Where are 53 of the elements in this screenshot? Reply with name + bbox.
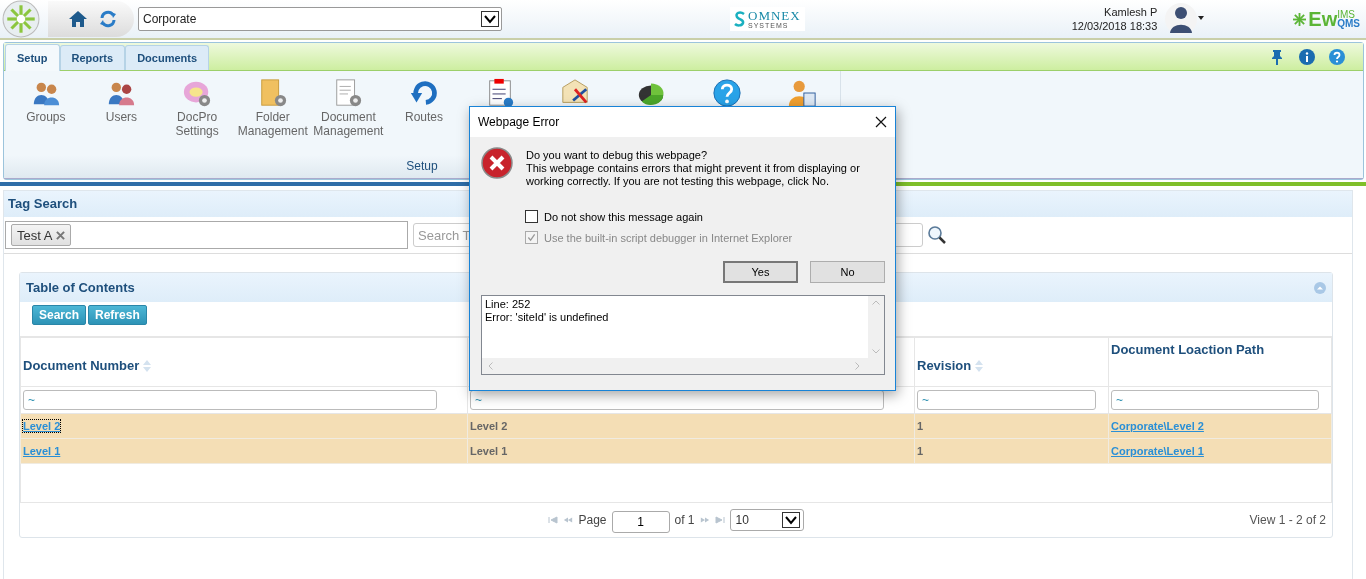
info-icon[interactable]: [1299, 48, 1315, 65]
ribbon-item-label[interactable]: Users: [105, 110, 138, 124]
page-count: of 1: [674, 513, 695, 527]
filter-field[interactable]: ~: [23, 390, 437, 410]
dialog-title: Webpage Error: [478, 115, 560, 129]
close-icon[interactable]: [875, 116, 887, 128]
toolbar-button[interactable]: Search: [32, 305, 87, 325]
page-field[interactable]: 1: [611, 510, 670, 533]
page-label: Page: [578, 513, 607, 527]
filter-field[interactable]: ~: [1111, 390, 1319, 410]
filter-field[interactable]: ~: [917, 390, 1096, 410]
dialog-button[interactable]: Yes: [723, 261, 798, 283]
ribbon-tab[interactable]: Setup: [5, 44, 60, 71]
tag-chip[interactable]: Test A: [11, 224, 72, 246]
help-icon[interactable]: [1329, 48, 1345, 65]
site-select[interactable]: Corporate: [138, 7, 502, 31]
pin-icon[interactable]: [1269, 48, 1285, 65]
ribbon-item-label[interactable]: Groups: [26, 110, 66, 124]
search-icon[interactable]: [927, 225, 947, 245]
checkbox[interactable]: [525, 210, 538, 223]
error-detail-line: Line: 252: [485, 298, 532, 311]
person-icon[interactable]: [787, 78, 818, 108]
panel-title: Table of Contents: [26, 280, 135, 295]
refresh-icon[interactable]: [98, 9, 118, 29]
checkbox-label: Use the built-in script debugger in Internet Explorer: [544, 231, 793, 244]
swirl-icon: [734, 11, 746, 27]
error-detail-line: Error: 'siteId' is undefined: [485, 311, 610, 324]
tag-input-field[interactable]: Test A: [5, 221, 408, 249]
dialog-button[interactable]: No: [810, 261, 885, 283]
table-cell: Level 2: [470, 420, 508, 432]
column-header[interactable]: Revision: [917, 358, 972, 374]
date-time: 12/03/2018 18:33: [1071, 19, 1158, 33]
refresh-icon[interactable]: [409, 78, 439, 108]
record-count: View 1 - 2 of 2: [1249, 513, 1326, 527]
ribbon-item-label[interactable]: Folder Management: [234, 110, 311, 138]
error-icon: [481, 147, 513, 179]
document-icon[interactable]: [333, 78, 364, 108]
table-cell: Level 1: [470, 445, 508, 457]
help-icon[interactable]: [711, 78, 742, 108]
ribbon-tab[interactable]: Reports: [59, 45, 126, 70]
ribbon-item-label[interactable]: Routes: [405, 110, 444, 124]
ribbon-item-label[interactable]: Document Management: [310, 110, 387, 138]
sun-logo-icon[interactable]: [2, 0, 40, 38]
page-size-select[interactable]: 10: [729, 509, 804, 531]
table-cell: 1: [917, 420, 924, 432]
home-icon[interactable]: [68, 9, 88, 29]
ribbon-tab[interactable]: Documents: [125, 45, 210, 70]
filter-field[interactable]: ~: [470, 390, 884, 410]
avatar-icon[interactable]: [1165, 2, 1206, 36]
ribbon-item-label[interactable]: DocPro Settings: [159, 110, 235, 138]
column-header[interactable]: Document Number: [23, 358, 140, 374]
table-cell: 1: [917, 445, 924, 457]
user-name: Kamlesh P: [1104, 5, 1158, 19]
